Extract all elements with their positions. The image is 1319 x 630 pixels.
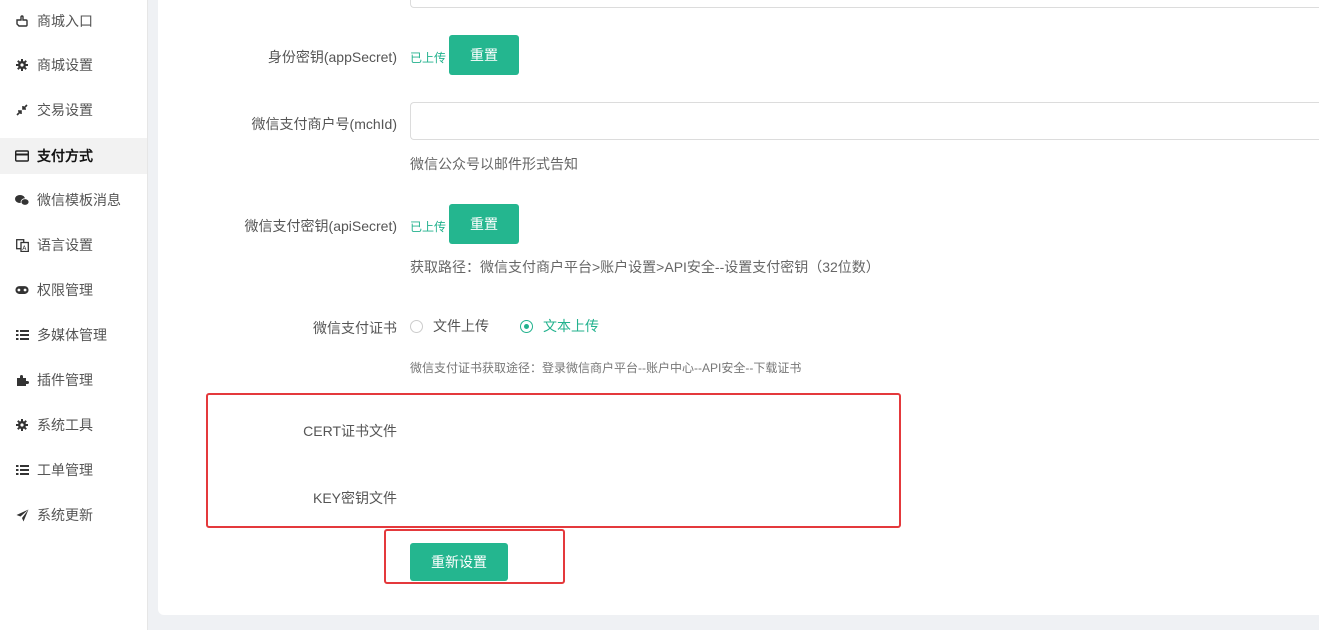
radio-file-upload-label: 文件上传: [433, 318, 489, 334]
key-file-label: KEY密钥文件: [312, 490, 397, 506]
gamepad-icon: [15, 283, 29, 297]
api-secret-reset-button[interactable]: 重置: [449, 204, 519, 244]
sidebar-item-label: 权限管理: [37, 282, 93, 298]
reset-settings-button[interactable]: 重新设置: [410, 543, 508, 581]
sidebar-item-mall-entry[interactable]: 商城入口: [0, 3, 147, 39]
cert-file-label: CERT证书文件: [303, 423, 397, 439]
sidebar-item-plugins[interactable]: 插件管理: [0, 362, 147, 398]
sidebar-item-label: 商城设置: [37, 57, 93, 73]
sidebar-item-system-update[interactable]: 系统更新: [0, 497, 147, 533]
mch-id-hint: 微信公众号以邮件形式告知: [410, 156, 578, 172]
sidebar-item-permissions[interactable]: 权限管理: [0, 272, 147, 308]
highlight-box-cert-fields: [206, 393, 901, 528]
cert-hint: 微信支付证书获取途径：登录微信商户平台--账户中心--API安全--下载证书: [410, 361, 802, 375]
gear-icon: [15, 58, 29, 72]
sidebar-item-label: 插件管理: [37, 372, 93, 388]
cert-label: 微信支付证书: [313, 320, 397, 336]
previous-field-input[interactable]: [410, 0, 1319, 8]
paper-plane-icon: [15, 508, 29, 522]
sidebar-item-label: 语言设置: [37, 237, 93, 253]
sidebar-item-system-tools[interactable]: 系统工具: [0, 407, 147, 443]
hand-point-icon: [15, 14, 29, 28]
wechat-icon: [15, 193, 29, 207]
sidebar-item-payment[interactable]: 支付方式: [0, 138, 147, 174]
app-secret-reset-button[interactable]: 重置: [449, 35, 519, 75]
app-secret-label: 身份密钥(appSecret): [267, 49, 397, 65]
sidebar-item-label: 交易设置: [37, 102, 93, 118]
sidebar-item-label: 商城入口: [37, 13, 93, 29]
sidebar: 商城入口 商城设置 交易设置 支付方式 微信模板消息 A 语言设置 权限管理 多…: [0, 0, 148, 630]
puzzle-icon: [15, 373, 29, 387]
list-icon: [15, 328, 29, 342]
sidebar-item-tickets[interactable]: 工单管理: [0, 452, 147, 488]
radio-text-upload-label: 文本上传: [543, 318, 599, 334]
sidebar-item-language[interactable]: A 语言设置: [0, 227, 147, 263]
translate-icon: A: [15, 238, 29, 252]
sidebar-item-mall-settings[interactable]: 商城设置: [0, 47, 147, 83]
radio-file-upload[interactable]: 文件上传: [410, 316, 489, 336]
sidebar-item-wechat-template[interactable]: 微信模板消息: [0, 182, 147, 218]
api-secret-label: 微信支付密钥(apiSecret): [244, 218, 397, 234]
api-secret-status: 已上传: [410, 220, 447, 234]
sidebar-item-label: 多媒体管理: [37, 327, 107, 343]
list-icon: [15, 463, 29, 477]
app-secret-status: 已上传: [410, 51, 447, 65]
radio-circle-selected: [520, 319, 533, 333]
sidebar-item-label: 系统更新: [37, 507, 93, 523]
credit-card-icon: [15, 149, 29, 163]
mch-id-label: 微信支付商户号(mchId): [251, 116, 397, 132]
arrows-compress-icon: [15, 103, 29, 117]
sidebar-item-label: 支付方式: [37, 148, 93, 164]
gear-icon: [15, 418, 29, 432]
sidebar-item-media[interactable]: 多媒体管理: [0, 317, 147, 353]
sidebar-item-label: 微信模板消息: [37, 192, 121, 208]
sidebar-item-label: 系统工具: [37, 417, 93, 433]
radio-circle: [410, 319, 423, 333]
mch-id-input[interactable]: [410, 102, 1319, 140]
sidebar-item-trade-settings[interactable]: 交易设置: [0, 92, 147, 128]
api-secret-hint: 获取路径：微信支付商户平台>账户设置>API安全--设置支付密钥（32位数）: [410, 259, 880, 275]
radio-text-upload[interactable]: 文本上传: [520, 316, 599, 336]
sidebar-item-label: 工单管理: [37, 462, 93, 478]
